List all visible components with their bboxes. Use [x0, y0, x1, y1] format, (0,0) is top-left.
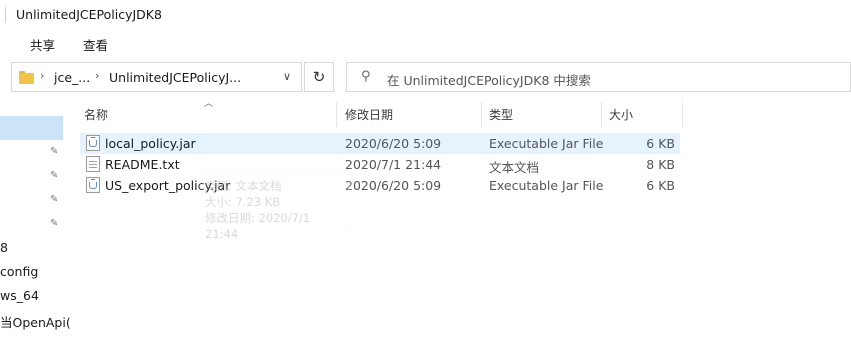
nav-selected-item[interactable]	[0, 116, 63, 140]
breadcrumb-separator-icon: ›	[40, 69, 45, 82]
file-type: Executable Jar File	[489, 136, 604, 151]
column-header-type[interactable]: 类型	[483, 102, 602, 127]
address-bar[interactable]: › jce_... › UnlimitedJCEPolicyJ... ∨	[11, 62, 302, 92]
file-tooltip: 类型: 文本文档 大小: 7.23 KB 修改日期: 2020/7/1 21:4…	[198, 174, 352, 241]
nav-item[interactable]: 8	[0, 240, 8, 255]
nav-item[interactable]: ws_64	[0, 288, 39, 303]
folder-icon	[19, 71, 34, 84]
pin-icon: ✎	[50, 146, 59, 157]
title-bar: UnlimitedJCEPolicyJDK8	[0, 0, 851, 30]
nav-item[interactable]: 当OpenApi(	[0, 312, 71, 331]
file-size: 6 KB	[646, 136, 675, 151]
nav-item[interactable]: config	[0, 264, 38, 279]
tab-view[interactable]: 查看	[83, 35, 108, 54]
pin-icon: ✎	[50, 194, 59, 205]
column-header-size[interactable]: 大小	[603, 102, 683, 127]
tab-share[interactable]: 共享	[30, 35, 55, 54]
refresh-button[interactable]: ↻	[304, 62, 334, 92]
breadcrumb-separator-icon: ›	[95, 69, 100, 82]
title-separator	[5, 7, 6, 23]
file-size: 8 KB	[646, 157, 675, 172]
text-file-icon	[86, 156, 100, 172]
jar-file-icon	[86, 135, 100, 151]
file-date: 2020/6/20 5:09	[345, 136, 442, 151]
window-title: UnlimitedJCEPolicyJDK8	[16, 7, 162, 22]
file-date: 2020/6/20 5:09	[345, 178, 442, 193]
file-type: Executable Jar File	[489, 178, 604, 193]
file-row[interactable]: local_policy.jar 2020/6/20 5:09 Executab…	[80, 133, 680, 154]
breadcrumb-current[interactable]: UnlimitedJCEPolicyJ...	[109, 70, 241, 85]
ribbon-tabs: 亻 共享 查看	[0, 30, 851, 56]
address-row: › jce_... › UnlimitedJCEPolicyJ... ∨ ↻ ⚲…	[0, 56, 851, 96]
tooltip-size: 大小: 7.23 KB	[205, 195, 281, 209]
breadcrumb-jce[interactable]: jce_...	[54, 70, 90, 85]
file-row[interactable]: README.txt 2020/7/1 21:44 文本文档 8 KB	[80, 154, 680, 175]
file-type: 文本文档	[489, 160, 540, 175]
column-header-name[interactable]: 名称	[78, 102, 337, 127]
jar-file-icon	[86, 177, 100, 193]
column-header-date[interactable]: 修改日期	[339, 102, 482, 127]
navigation-pane: ✎ ✎ ✎ ✎ 8 config ws_64 当OpenApi(	[0, 96, 71, 341]
tooltip-type: 类型: 文本文档	[205, 179, 282, 193]
file-date: 2020/7/1 21:44	[345, 157, 442, 172]
file-size: 6 KB	[646, 178, 675, 193]
file-row[interactable]: US_export_policy.jar 2020/6/20 5:09 Exec…	[80, 175, 680, 196]
tab-partial[interactable]: 亻	[0, 35, 7, 54]
file-name: README.txt	[105, 157, 180, 172]
search-placeholder: 在 UnlimitedJCEPolicyJDK8 中搜索	[387, 73, 591, 88]
tooltip-date: 修改日期: 2020/7/1 21:44	[205, 211, 311, 241]
chevron-down-icon[interactable]: ∨	[283, 70, 291, 83]
pin-icon: ✎	[50, 170, 59, 181]
file-list: ︿ 名称 修改日期 类型 大小 local_policy.jar 2020/6/…	[78, 96, 851, 341]
file-name: local_policy.jar	[105, 136, 196, 151]
pin-icon: ✎	[50, 218, 59, 229]
search-icon: ⚲	[361, 69, 371, 84]
search-input[interactable]: ⚲ 在 UnlimitedJCEPolicyJDK8 中搜索	[346, 62, 851, 92]
